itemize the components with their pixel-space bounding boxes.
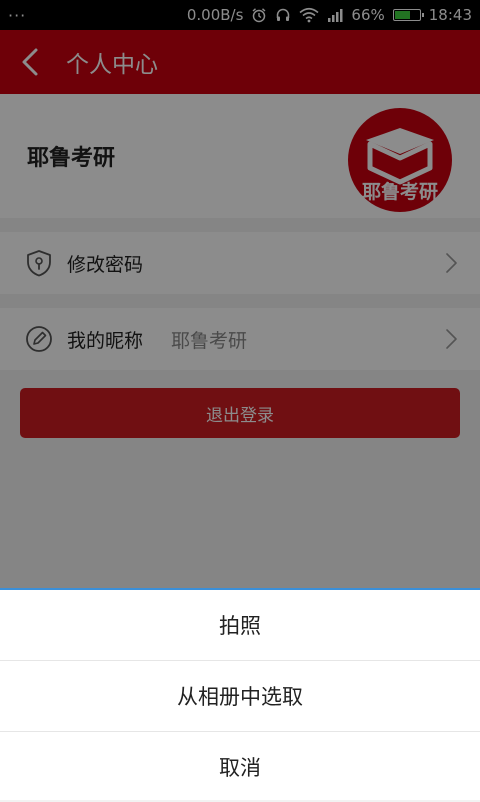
take-photo-option[interactable]: 拍照 bbox=[0, 590, 480, 661]
choose-from-album-option[interactable]: 从相册中选取 bbox=[0, 661, 480, 732]
cancel-option[interactable]: 取消 bbox=[0, 732, 480, 802]
photo-action-sheet: 拍照 从相册中选取 取消 bbox=[0, 588, 480, 800]
